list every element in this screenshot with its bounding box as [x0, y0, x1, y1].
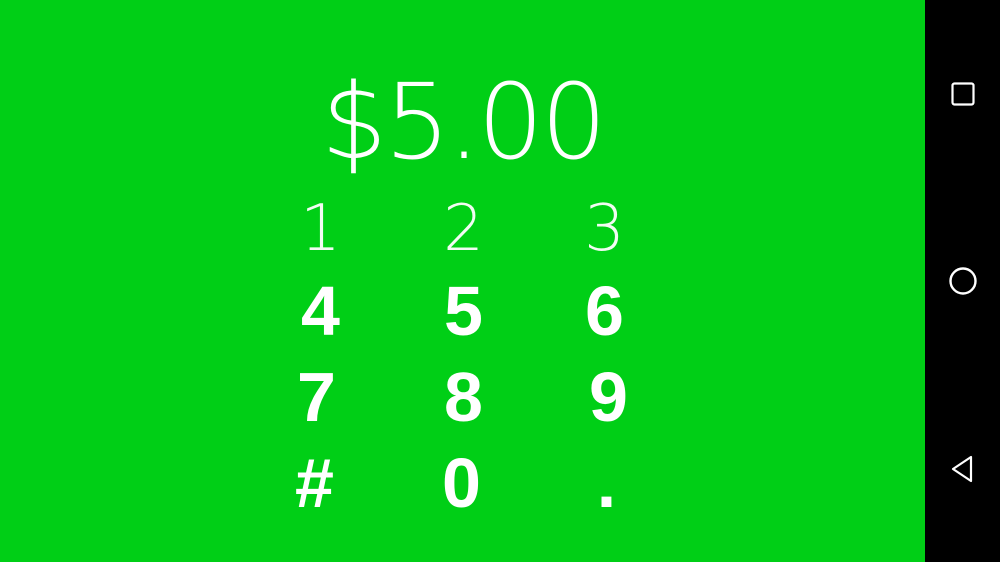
- recent-apps-button[interactable]: [937, 68, 988, 119]
- key-5[interactable]: 5: [392, 268, 535, 354]
- key-9[interactable]: 9: [537, 354, 680, 440]
- key-hash[interactable]: #: [243, 440, 386, 526]
- recent-apps-icon: [950, 81, 975, 106]
- back-icon: [951, 455, 972, 482]
- home-button[interactable]: [937, 255, 988, 306]
- key-8[interactable]: 8: [392, 354, 535, 440]
- system-navigation-bar: [925, 0, 1000, 562]
- key-decimal-point[interactable]: .: [535, 440, 678, 526]
- home-icon: [948, 266, 977, 295]
- key-2[interactable]: 2: [392, 186, 535, 272]
- amount-display: $5.00: [321, 61, 607, 183]
- key-4[interactable]: 4: [249, 268, 392, 354]
- back-button[interactable]: [937, 443, 988, 494]
- key-7[interactable]: 7: [245, 354, 388, 440]
- key-0[interactable]: 0: [390, 440, 533, 526]
- key-3[interactable]: 3: [533, 186, 676, 272]
- payment-screen: $5.00 1 2 3 4 5 6 7 8 9 # 0 .: [0, 0, 925, 562]
- key-1[interactable]: 1: [249, 186, 392, 272]
- key-6[interactable]: 6: [533, 268, 676, 354]
- number-keypad: 1 2 3 4 5 6 7 8 9 # 0 .: [245, 186, 675, 526]
